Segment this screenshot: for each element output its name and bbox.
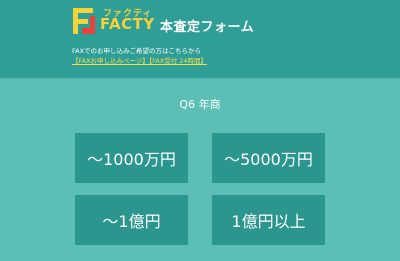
question-label: Q6 年商	[179, 98, 221, 111]
option-button-under-100m[interactable]: ～1億円	[75, 195, 188, 245]
facty-logo-icon	[73, 8, 95, 34]
fax-note: FAXでのお申し込みご希望の方はこちらから	[72, 47, 202, 55]
option-button-over-100m[interactable]: 1億円以上	[212, 195, 325, 245]
option-button-under-10m[interactable]: ～1000万円	[75, 133, 188, 183]
option-button-under-50m[interactable]: ～5000万円	[212, 133, 325, 183]
page-title: 本査定フォーム	[160, 20, 255, 35]
fax-link[interactable]: 【FAXお申し込みページ】【FAX受付 24時間】	[72, 55, 207, 65]
page-header: ファクティ FACTY 本査定フォーム FAXでのお申し込みご希望の方はこちらか…	[0, 0, 400, 78]
logo-wordmark: FACTY	[100, 15, 155, 33]
facty-logo[interactable]: ファクティ FACTY 本査定フォーム	[72, 6, 255, 36]
